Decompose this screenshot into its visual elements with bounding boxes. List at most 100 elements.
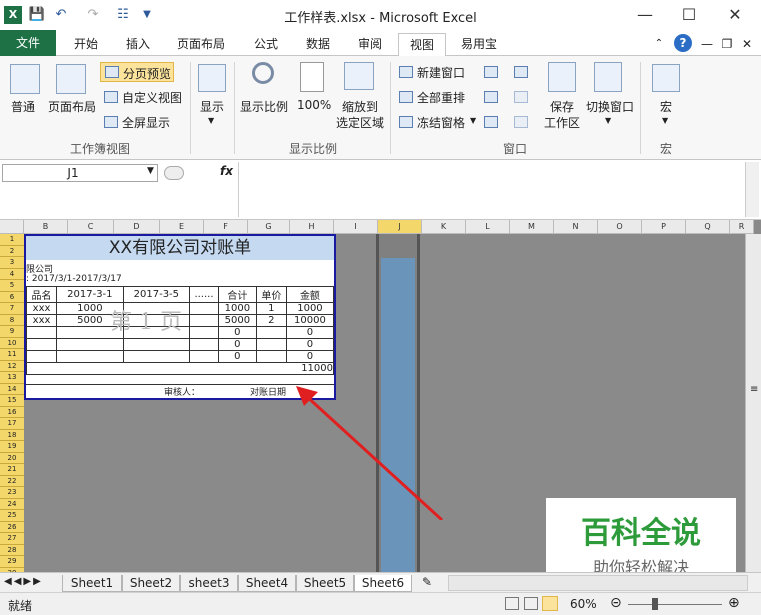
page-layout-button[interactable]: 页面布局 <box>48 98 96 115</box>
tab-view[interactable]: 视图 <box>398 33 446 57</box>
row-header[interactable]: 8 <box>0 314 24 326</box>
table-cell[interactable]: 5000 <box>217 314 257 327</box>
column-header[interactable]: C <box>68 220 114 234</box>
custom-views-button[interactable]: 自定义视图 <box>122 89 182 106</box>
zoom-to-selection-button[interactable]: 缩放到 <box>342 98 378 115</box>
table-cell[interactable]: 1000 <box>285 302 335 315</box>
zoom-100-icon[interactable] <box>300 62 324 92</box>
sheet-tab[interactable]: Sheet2 <box>122 575 180 592</box>
zoom-slider[interactable] <box>628 604 722 605</box>
switch-windows-dropdown-icon[interactable]: ▼ <box>605 116 611 125</box>
insert-sheet-icon[interactable]: ✎ <box>422 575 432 589</box>
table-cell[interactable] <box>56 350 124 363</box>
table-cell[interactable] <box>255 338 287 351</box>
table-cell[interactable] <box>189 314 219 327</box>
row-header[interactable]: 17 <box>0 418 24 430</box>
column-header[interactable]: I <box>334 220 378 234</box>
row-header[interactable]: 3 <box>0 257 24 269</box>
minimize-icon[interactable]: — <box>630 4 660 26</box>
normal-view-status-icon[interactable] <box>505 597 519 610</box>
collapse-ribbon-icon[interactable]: ⌃ <box>652 33 666 56</box>
page-layout-status-icon[interactable] <box>524 597 538 610</box>
macros-dropdown-icon[interactable]: ▼ <box>662 116 668 125</box>
column-header[interactable]: G <box>248 220 290 234</box>
sheet-tab[interactable]: Sheet6 <box>354 575 412 592</box>
row-header[interactable]: 12 <box>0 360 24 372</box>
column-header[interactable]: H <box>290 220 334 234</box>
table-cell[interactable] <box>122 350 191 363</box>
close-icon[interactable]: ✕ <box>720 4 750 26</box>
tab-review[interactable]: 审阅 <box>348 33 392 56</box>
normal-view-button[interactable]: 普通 <box>11 98 35 115</box>
table-cell[interactable] <box>56 338 124 351</box>
row-header[interactable]: 10 <box>0 337 24 349</box>
restore-window-icon[interactable]: ❐ <box>718 33 736 56</box>
new-window-button[interactable]: 新建窗口 <box>417 64 465 81</box>
split-icon[interactable] <box>484 66 498 78</box>
row-header[interactable]: 27 <box>0 533 24 545</box>
table-cell[interactable] <box>255 350 287 363</box>
formula-input[interactable] <box>238 162 744 217</box>
zoom-100-button[interactable]: 100% <box>297 98 331 112</box>
table-cell[interactable]: xxx <box>25 302 58 315</box>
zoom-button[interactable]: 显示比例 <box>240 98 288 115</box>
column-header[interactable]: P <box>642 220 686 234</box>
maximize-icon[interactable]: ☐ <box>674 4 704 26</box>
column-header[interactable]: D <box>114 220 160 234</box>
row-header[interactable]: 21 <box>0 464 24 476</box>
tab-insert[interactable]: 插入 <box>116 33 160 56</box>
table-cell[interactable] <box>255 326 287 339</box>
table-cell[interactable]: 1000 <box>217 302 257 315</box>
column-header[interactable]: E <box>160 220 204 234</box>
freeze-panes-icon[interactable] <box>399 116 413 128</box>
freeze-dropdown-icon[interactable]: ▼ <box>470 116 476 125</box>
sheet-nav-icon[interactable]: ◀◀▶▶ <box>4 576 43 587</box>
full-screen-icon[interactable] <box>104 116 118 128</box>
row-header[interactable]: 29 <box>0 556 24 568</box>
row-header[interactable]: 28 <box>0 544 24 556</box>
sheet-tab[interactable]: Sheet4 <box>238 575 296 592</box>
zoom-icon[interactable] <box>252 62 274 84</box>
help-icon[interactable]: ? <box>674 34 692 52</box>
page-layout-icon[interactable] <box>56 64 86 94</box>
table-cell[interactable] <box>25 326 58 339</box>
tab-data[interactable]: 数据 <box>296 33 340 56</box>
row-header[interactable]: 26 <box>0 521 24 533</box>
table-cell[interactable] <box>189 326 219 339</box>
table-cell[interactable] <box>189 350 219 363</box>
sync-scroll-icon[interactable] <box>514 91 528 103</box>
arrange-all-icon[interactable] <box>399 91 413 103</box>
column-header[interactable]: M <box>510 220 554 234</box>
table-cell[interactable]: 0 <box>285 338 335 351</box>
row-header[interactable]: 7 <box>0 303 24 315</box>
table-cell[interactable]: 0 <box>217 350 257 363</box>
table-cell[interactable]: 1 <box>255 302 287 315</box>
row-header[interactable]: 14 <box>0 383 24 395</box>
show-dropdown-icon[interactable]: ▼ <box>208 116 214 125</box>
show-icon[interactable] <box>198 64 226 92</box>
row-header[interactable]: 9 <box>0 326 24 338</box>
column-header[interactable]: F <box>204 220 248 234</box>
formula-options-icon[interactable] <box>164 166 184 180</box>
hide-icon[interactable] <box>484 91 498 103</box>
macros-button[interactable]: 宏 <box>660 98 672 115</box>
row-header[interactable]: 25 <box>0 510 24 522</box>
table-cell[interactable]: 0 <box>285 350 335 363</box>
table-cell[interactable] <box>25 350 58 363</box>
show-button[interactable]: 显示 <box>200 98 224 115</box>
split-handle-icon[interactable]: ≡ <box>750 384 758 395</box>
column-header[interactable]: N <box>554 220 598 234</box>
column-header[interactable]: Q <box>686 220 730 234</box>
name-box[interactable]: J1 ▼ <box>2 164 158 182</box>
normal-view-icon[interactable] <box>10 64 40 94</box>
row-header[interactable]: 19 <box>0 441 24 453</box>
row-header[interactable]: 13 <box>0 372 24 384</box>
column-header[interactable]: O <box>598 220 642 234</box>
table-cell[interactable]: 2 <box>255 314 287 327</box>
table-cell[interactable] <box>189 338 219 351</box>
side-by-side-icon[interactable] <box>514 66 528 78</box>
close-window-icon[interactable]: ✕ <box>738 33 756 56</box>
row-header[interactable]: 11 <box>0 349 24 361</box>
table-cell[interactable]: 10000 <box>285 314 335 327</box>
row-header[interactable]: 16 <box>0 406 24 418</box>
